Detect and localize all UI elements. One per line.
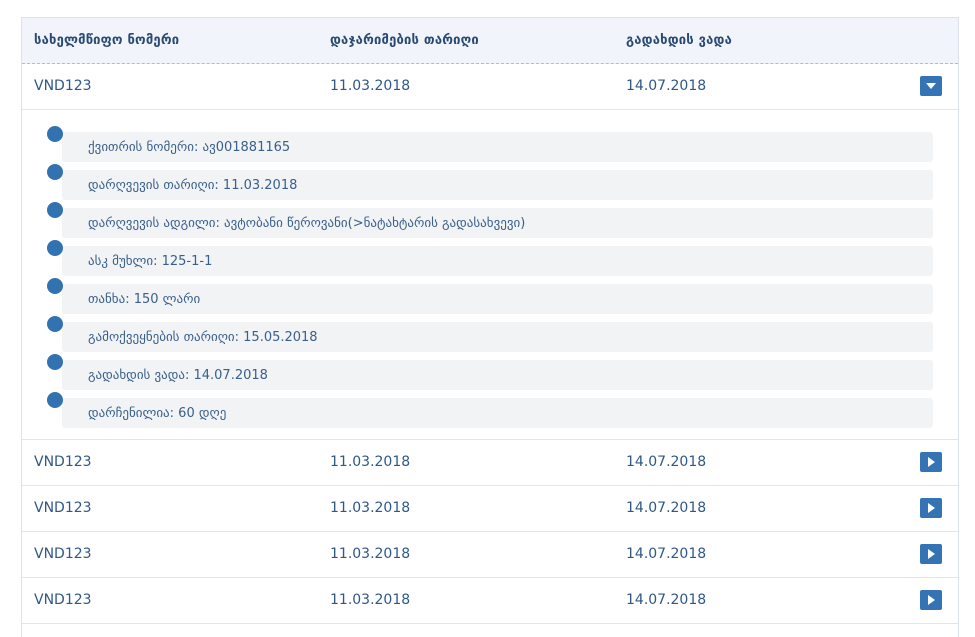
violation-date: 11.03.2018 [330,78,411,94]
bullet-dot [47,164,63,180]
detail-item: გამოქვეყნების თარიღი: 15.05.2018 [47,316,933,352]
detail-item: ქვითრის ნომერი: ავ001881165 [47,126,933,162]
header-due-date: გადახდის ვადა [626,33,732,48]
detail-due-date: გადახდის ვადა: 14.07.2018 [88,368,268,383]
violation-date: 11.03.2018 [330,500,411,516]
detail-item: დარჩენილია: 60 დღე [47,392,933,428]
due-date: 14.07.2018 [626,454,707,470]
bullet-dot [47,316,63,332]
due-date: 14.07.2018 [626,500,707,516]
chevron-right-icon [928,457,935,467]
expand-toggle-button[interactable] [920,590,942,610]
bullet-dot [47,202,63,218]
header-plate-number: სახელმწიფო ნომერი [34,33,180,48]
plate-number: VND123 [34,78,92,94]
table-row-expanded[interactable]: VND123 11.03.2018 14.07.2018 [22,64,958,110]
table-header: სახელმწიფო ნომერი დაჯარიმების თარიღი გად… [22,18,958,64]
detail-item: ასკ მუხლი: 125-1-1 [47,240,933,276]
table-row[interactable]: VND123 11.03.2018 14.07.2018 [22,532,958,578]
violation-date: 11.03.2018 [330,454,411,470]
table-row[interactable]: VND123 11.03.2018 14.07.2018 [22,578,958,624]
detail-receipt-number: ქვითრის ნომერი: ავ001881165 [88,140,291,155]
detail-violation-date: დარღვევის თარიღი: 11.03.2018 [88,178,298,193]
fines-table: სახელმწიფო ნომერი დაჯარიმების თარიღი გად… [21,17,959,637]
bullet-dot [47,392,63,408]
bullet-dot [47,278,63,294]
bullet-dot [47,240,63,256]
detail-amount: თანხა: 150 ლარი [88,292,201,307]
detail-item: დარღვევის ადგილი: ავტობანი წეროვანი(>ნატ… [47,202,933,238]
due-date: 14.07.2018 [626,592,707,608]
due-date: 14.07.2018 [626,546,707,562]
chevron-right-icon [928,595,935,605]
plate-number: VND123 [34,546,92,562]
violation-date: 11.03.2018 [330,592,411,608]
table-row[interactable]: VND123 11.03.2018 14.07.2018 [22,486,958,532]
detail-item: გადახდის ვადა: 14.07.2018 [47,354,933,390]
detail-publish-date: გამოქვეყნების თარიღი: 15.05.2018 [88,330,318,345]
violation-date: 11.03.2018 [330,546,411,562]
chevron-down-icon [926,83,936,89]
header-violation-date: დაჯარიმების თარიღი [330,33,479,48]
expand-toggle-button[interactable] [920,544,942,564]
detail-item: თანხა: 150 ლარი [47,278,933,314]
detail-article: ასკ მუხლი: 125-1-1 [88,254,213,269]
plate-number: VND123 [34,592,92,608]
detail-violation-place: დარღვევის ადგილი: ავტობანი წეროვანი(>ნატ… [88,216,526,231]
plate-number: VND123 [34,500,92,516]
plate-number: VND123 [34,454,92,470]
detail-days-remaining: დარჩენილია: 60 დღე [88,406,227,421]
due-date: 14.07.2018 [626,78,707,94]
bullet-dot [47,354,63,370]
expand-toggle-button[interactable] [920,498,942,518]
detail-item: დარღვევის თარიღი: 11.03.2018 [47,164,933,200]
row-details-panel: ქვითრის ნომერი: ავ001881165 დარღვევის თა… [22,110,958,440]
bullet-dot [47,126,63,142]
expand-toggle-button[interactable] [920,452,942,472]
table-row[interactable]: VND123 11.03.2018 14.07.2018 [22,440,958,486]
chevron-right-icon [928,549,935,559]
chevron-right-icon [928,503,935,513]
collapse-toggle-button[interactable] [920,76,942,96]
